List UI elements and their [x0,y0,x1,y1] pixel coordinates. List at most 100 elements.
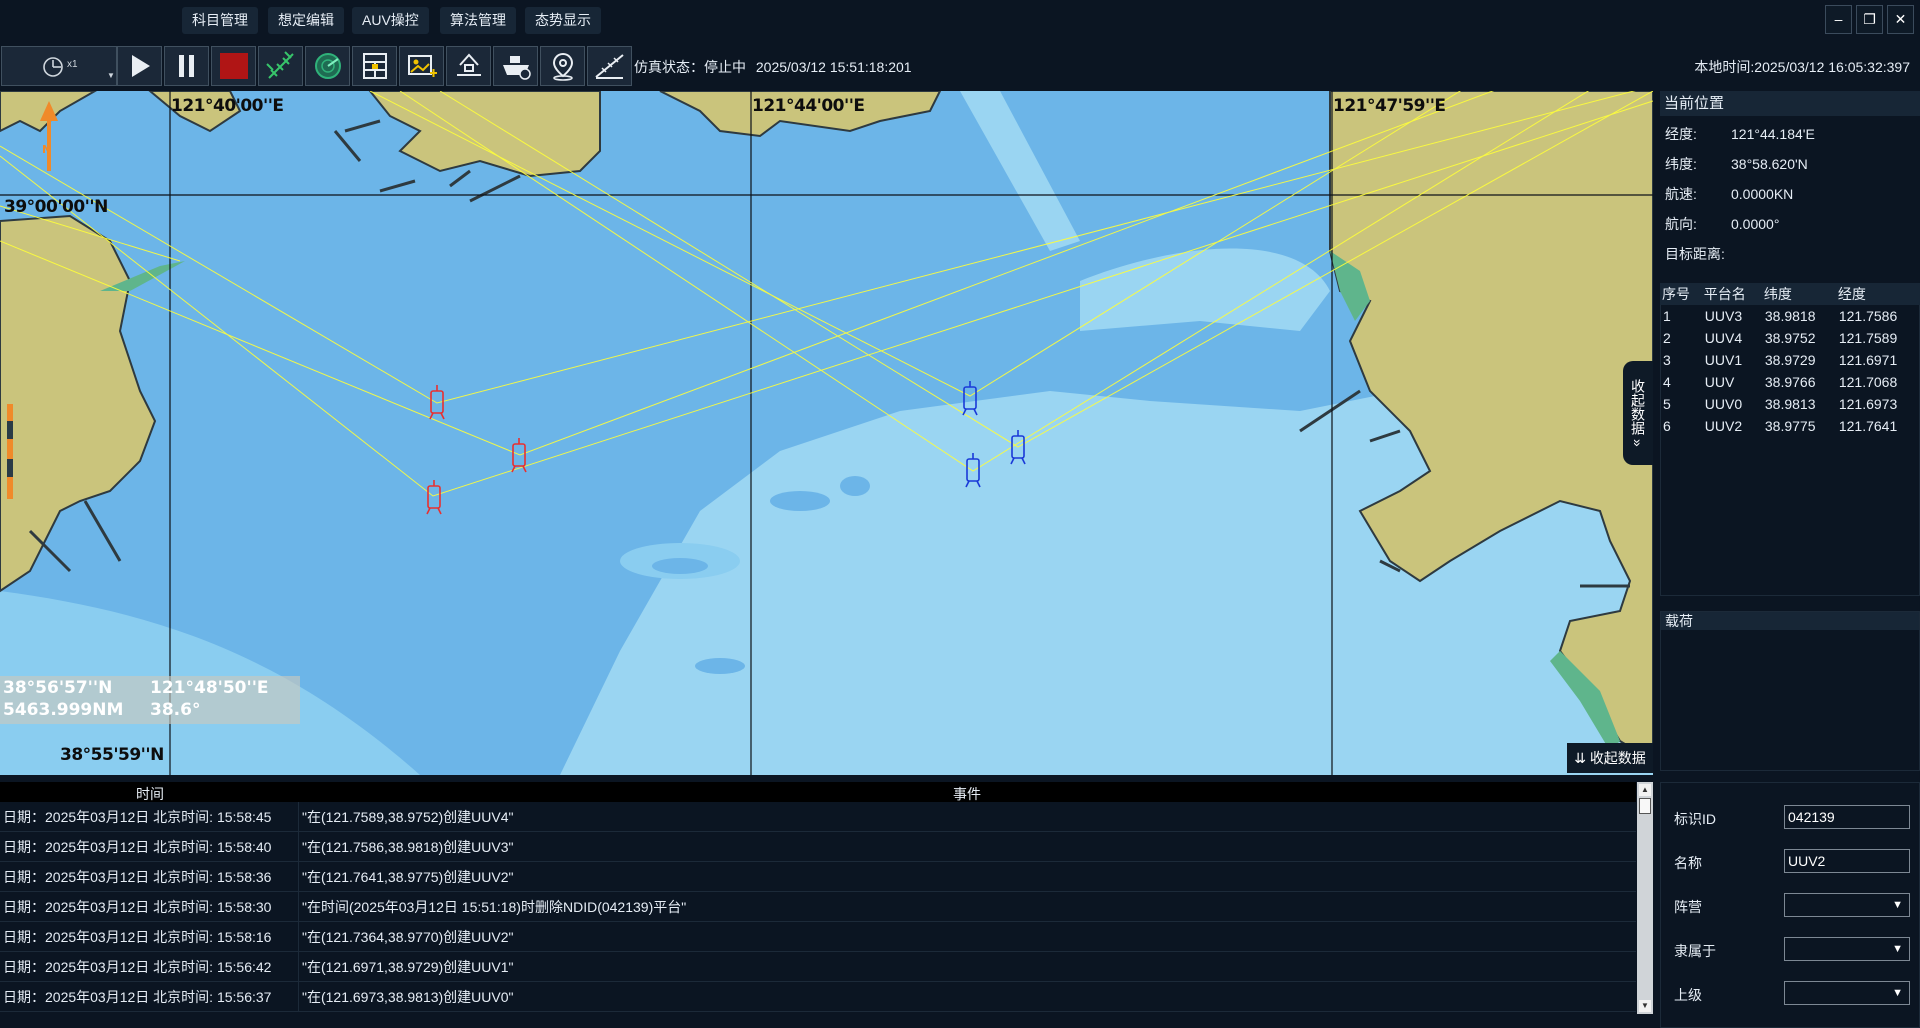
add-image-icon [407,55,437,77]
minimize-button[interactable]: – [1825,5,1852,34]
list-item[interactable]: 日期：2025年03月12日 北京时间: 15:58:30 "在时间(2025年0… [0,892,1636,922]
scroll-down-icon[interactable]: ▼ [1639,1000,1651,1012]
list-item[interactable]: 日期：2025年03月12日 北京时间: 15:56:37 "在(121.6973… [0,982,1636,1012]
collapse-bottom-label: 收起数据 [1589,750,1646,766]
toolbar: x1 ▼ 仿真状态：停止中 2025/03/12 15:51:18:201 本地… [0,45,1920,91]
platform-col-lon: 经度 [1835,283,1920,305]
ship-dock-icon [456,53,481,76]
location-pin-button[interactable] [540,46,585,86]
list-item[interactable]: 日期：2025年03月12日 北京时间: 15:56:42 "在(121.6971… [0,952,1636,982]
cursor-lon: 121°48'50''E [150,678,269,698]
play-button[interactable] [117,46,162,86]
table-row[interactable]: 6 UUV2 38.9775 121.7641 [1660,415,1920,437]
position-row-longitude: 经度: 121°44.184'E [1665,126,1815,142]
vessel-button[interactable] [493,46,538,86]
pause-button[interactable] [164,46,209,86]
grid-table-button[interactable] [352,46,397,86]
local-time-value: 2025/03/12 16:05:32:397 [1754,59,1910,75]
scroll-up-icon[interactable]: ▲ [1639,784,1651,796]
parent-select[interactable]: ▼ [1784,981,1910,1005]
sea-chart-canvas[interactable]: N [0,91,1653,775]
belongs-label: 隶属于 [1674,943,1716,959]
maximize-button[interactable]: ❐ [1856,5,1883,34]
current-position-title: 当前位置 [1660,91,1920,116]
position-row-latitude: 纬度: 38°58.620'N [1665,156,1808,172]
properties-panel: 标识ID 042139 名称 UUV2 阵营 ▼ 隶属于 ▼ 上级 ▼ [1660,782,1920,1028]
local-time-label: 本地时间: [1694,59,1755,75]
vessel-icon [502,56,531,80]
stop-button[interactable] [211,46,256,86]
menu-algorithm-management[interactable]: 算法管理 [440,7,516,34]
payload-panel: 载荷 [1660,611,1920,771]
table-row[interactable]: 3 UUV1 38.9729 121.6971 [1660,349,1920,371]
longitude-label-3: 121°47'59''E [1333,96,1446,116]
latitude-label-1: 39°00'00''N [4,197,108,217]
col-event-header: 事件 [953,786,981,802]
chevron-down-icon: ▼ [1892,899,1903,911]
location-pin-icon [552,52,573,81]
belongs-select[interactable]: ▼ [1784,937,1910,961]
camp-select[interactable]: ▼ [1784,893,1910,917]
latitude-label-2: 38°55'59''N [60,745,164,765]
cursor-lat: 38°56'57''N [3,678,113,698]
list-item[interactable]: 日期：2025年03月12日 北京时间: 15:58:45 "在(121.7589… [0,802,1636,832]
speed-selector[interactable]: x1 ▼ [1,46,117,86]
status-label: 仿真状态： [634,59,704,75]
parent-label: 上级 [1674,987,1702,1003]
chevron-down-icon: ▼ [107,71,115,80]
list-item[interactable]: 日期：2025年03月12日 北京时间: 15:58:36 "在(121.7641… [0,862,1636,892]
stop-icon [219,53,248,79]
satellite-button[interactable] [258,46,303,86]
table-row[interactable]: 4 UUV 38.9766 121.7068 [1660,371,1920,393]
menu-subject-management[interactable]: 科目管理 [182,7,258,34]
status-value: 停止中 [704,59,746,75]
col-time-header: 时间 [136,786,164,802]
north-letter: N [42,143,51,156]
ruler-button[interactable] [587,46,632,86]
position-row-heading: 航向: 0.0000° [1665,216,1780,232]
ruler-icon [594,54,624,79]
chevron-down-icon: ▼ [1892,987,1903,999]
add-image-button[interactable] [399,46,444,86]
table-row[interactable]: 1 UUV3 38.9818 121.7586 [1660,305,1920,327]
cursor-bearing: 38.6° [150,700,201,720]
id-field[interactable]: 042139 [1784,805,1910,829]
event-log: 时间 事件 日期：2025年03月12日 北京时间: 15:58:45 "在(12… [0,782,1653,1028]
position-row-speed: 航速: 0.0000KN [1665,186,1794,202]
camp-label: 阵营 [1674,899,1702,915]
platform-col-name: 平台名 [1701,283,1762,305]
menu-situation-display[interactable]: 态势显示 [525,7,601,34]
satellite-icon [265,51,294,79]
menu-auv-control[interactable]: AUV操控 [352,7,429,34]
id-label: 标识ID [1674,811,1716,827]
play-icon [131,55,150,77]
menu-scenario-edit[interactable]: 想定编辑 [268,7,344,34]
speed-clock-icon [43,57,63,77]
grid-table-icon [362,53,387,79]
collapse-side-label: 收起数据 [1630,379,1646,436]
chart-map[interactable]: N 121°40'00''E 121°44'00''E 121°47'59''E… [0,91,1653,775]
table-row[interactable]: 5 UUV0 38.9813 121.6973 [1660,393,1920,415]
pause-icon [178,55,194,77]
scroll-thumb[interactable] [1639,798,1651,814]
table-row[interactable]: 2 UUV4 38.9752 121.7589 [1660,327,1920,349]
platform-table: 序号 平台名 纬度 经度 1 UUV3 38.9818 121.7586 2 UUV4 3… [1660,283,1920,437]
name-field[interactable]: UUV2 [1784,849,1910,873]
event-log-scrollbar[interactable]: ▲ ▼ [1637,782,1653,1014]
list-item[interactable]: 日期：2025年03月12日 北京时间: 15:58:16 "在(121.7364… [0,922,1636,952]
longitude-label-2: 121°44'00''E [752,96,865,116]
event-log-header: 时间 事件 [0,782,1636,802]
collapse-data-button[interactable]: ⇊ 收起数据 [1567,743,1653,773]
simulation-time: 2025/03/12 15:51:18:201 [755,59,912,75]
payload-title: 载荷 [1661,612,1919,630]
ship-dock-button[interactable] [446,46,491,86]
radar-button[interactable] [305,46,350,86]
collapse-data-side-tab[interactable]: 收起数据 » [1623,361,1653,465]
double-chevron-down-icon: ⇊ [1574,750,1586,766]
chevron-down-icon: ▼ [1892,943,1903,955]
close-button[interactable]: ✕ [1887,5,1914,34]
menu-bar: 科目管理 想定编辑 AUV操控 算法管理 态势显示 – ❐ ✕ [0,0,1920,45]
speed-value: x1 [67,59,78,70]
list-item[interactable]: 日期：2025年03月12日 北京时间: 15:58:40 "在(121.7586… [0,832,1636,862]
name-label: 名称 [1674,855,1702,871]
